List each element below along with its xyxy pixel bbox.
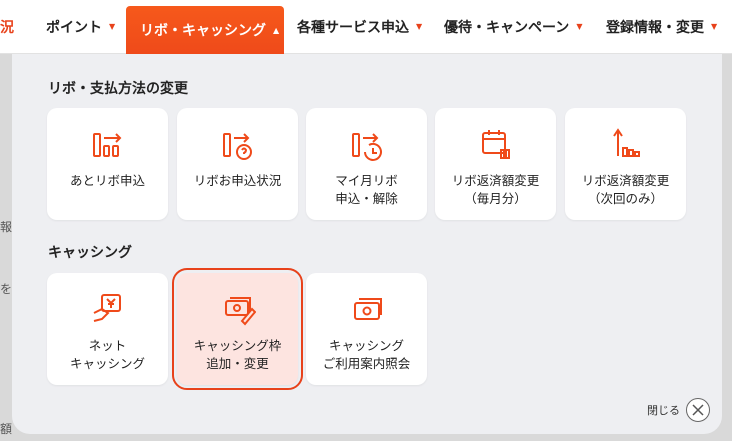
background-text: 報	[0, 220, 13, 234]
top-navigation: 況 ポイント ▼ リボ・キャッシング ▲ 各種サービス申込 ▼ 優待・キャンペー…	[0, 0, 732, 54]
section-title-cashing: キャッシング	[48, 245, 132, 261]
nav-item-revo-cashing[interactable]: リボ・キャッシング ▲	[126, 6, 284, 54]
card-label: リボ返済額変更 （次回のみ）	[581, 173, 670, 206]
card-revo-payment-next[interactable]: リボ返済額変更 （次回のみ）	[565, 108, 686, 220]
close-label: 閉じる	[647, 404, 680, 417]
card-label: あとリボ申込	[69, 173, 145, 188]
card-revo-status[interactable]: リボお申込状況	[177, 108, 298, 220]
cash-info-icon	[353, 298, 382, 320]
card-cashing-limit-change[interactable]: キャッシング枠 追加・変更	[172, 268, 303, 390]
caret-down-icon: ▼	[416, 22, 423, 31]
close-control[interactable]: 閉じる	[647, 398, 710, 422]
nav-item-campaigns[interactable]: 優待・キャンペーン ▼	[432, 0, 592, 53]
card-label: マイ月リボ 申込・解除	[335, 173, 398, 206]
revo-status-icon	[222, 133, 252, 160]
section-title-revo: リボ・支払方法の変更	[48, 81, 188, 97]
caret-down-icon: ▼	[109, 22, 116, 31]
nav-item-label: リボ・キャッシング	[140, 23, 266, 39]
card-net-cashing[interactable]: ネット キャッシング	[47, 273, 168, 385]
background-text: を	[0, 282, 13, 296]
close-icon	[692, 404, 704, 416]
background-text: 額	[0, 422, 13, 436]
card-cashing-info[interactable]: キャッシング ご利用案内照会	[306, 273, 427, 385]
card-label: リボお申込状況	[193, 173, 282, 188]
revo-cashing-menu-panel: リボ・支払方法の変更 あとリボ申込 リボお申込状況 マイ月リボ 申込・解除 リボ…	[12, 54, 722, 434]
nav-item-points[interactable]: ポイント ▼	[36, 0, 126, 53]
nav-item-registration[interactable]: 登録情報・変更 ▼	[592, 0, 732, 53]
nav-item-services[interactable]: 各種サービス申込 ▼	[284, 0, 432, 53]
card-label: キャッシング枠 追加・変更	[193, 338, 282, 371]
nav-item-label: 優待・キャンペーン	[444, 19, 570, 36]
card-label: ネット キャッシング	[69, 338, 145, 371]
close-button[interactable]	[686, 398, 710, 422]
arrow-bars-icon	[612, 128, 640, 157]
nav-item-label: 登録情報・変更	[606, 19, 704, 36]
cash-edit-icon	[224, 297, 256, 326]
caret-up-icon: ▲	[273, 25, 280, 35]
nav-item-usage[interactable]: 況	[0, 0, 36, 53]
card-label: キャッシング ご利用案内照会	[322, 338, 411, 371]
card-my-monthly-revo[interactable]: マイ月リボ 申込・解除	[306, 108, 427, 220]
nav-item-label: ポイント	[46, 19, 102, 36]
card-label: リボ返済額変更 （毎月分）	[451, 173, 540, 206]
nav-item-label: 各種サービス申込	[297, 19, 409, 36]
my-revo-icon	[351, 133, 382, 161]
nav-item-label: 況	[0, 19, 14, 36]
caret-down-icon: ▼	[576, 22, 583, 31]
calendar-bars-icon	[481, 130, 510, 159]
card-revo-payment-monthly[interactable]: リボ返済額変更 （毎月分）	[435, 108, 556, 220]
revo-apply-icon	[92, 133, 121, 157]
caret-down-icon: ▼	[711, 22, 718, 31]
yen-hand-icon	[93, 294, 121, 322]
card-ato-revo-apply[interactable]: あとリボ申込	[47, 108, 168, 220]
